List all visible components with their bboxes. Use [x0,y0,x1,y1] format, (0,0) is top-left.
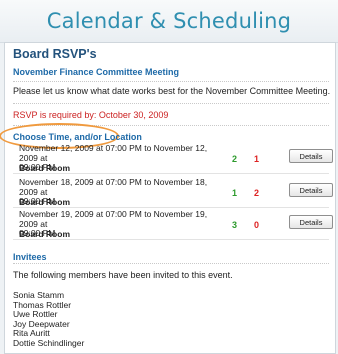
option-time-range-line: November 18, 2009 at 07:00 PM to Novembe… [19,177,208,197]
time-option-row: November 19, 2009 at 07:00 PM to Novembe… [13,209,333,240]
option-location: Board Room [19,163,70,173]
option-location: Board Room [19,229,70,239]
option-time-range-line: November 12, 2009 at 07:00 PM to Novembe… [19,143,208,163]
option-yes-count: 2 [232,154,238,164]
details-button[interactable]: Details [289,215,333,229]
details-button[interactable]: Details [289,149,333,163]
divider [13,103,329,104]
invitees-intro: The following members have been invited … [13,270,233,280]
event-name: November Finance Committee Meeting [13,67,180,77]
section-title: Board RSVP's [13,47,97,61]
option-no-count: 1 [254,154,260,164]
rsvp-panel: Board RSVP's November Finance Committee … [0,42,336,354]
divider [13,263,329,264]
time-option-row: November 12, 2009 at 07:00 PM to Novembe… [13,143,333,174]
rsvp-deadline: RSVP is required by: October 30, 2009 [13,110,169,120]
member-list: Sonia Stamm Thomas Rottler Uwe Rottler J… [13,290,85,348]
details-button[interactable]: Details [289,183,333,197]
event-message: Please let us know what date works best … [13,86,331,96]
option-yes-count: 3 [232,220,238,230]
option-no-count: 2 [254,188,260,198]
member-name: Dottie Schindlinger [13,337,85,348]
option-yes-count: 1 [232,188,238,198]
choose-options-label: Choose Time, and/or Location [13,132,142,142]
option-time-range-line: November 19, 2009 at 07:00 PM to Novembe… [19,209,208,229]
option-location: Board Room [19,197,70,207]
divider [13,81,329,82]
app-title: Calendar & Scheduling [46,9,292,33]
option-no-count: 0 [254,220,260,230]
time-option-row: November 18, 2009 at 07:00 PM to Novembe… [13,177,333,208]
invitees-title: Invitees [13,252,47,262]
app-header: Calendar & Scheduling [0,0,338,43]
